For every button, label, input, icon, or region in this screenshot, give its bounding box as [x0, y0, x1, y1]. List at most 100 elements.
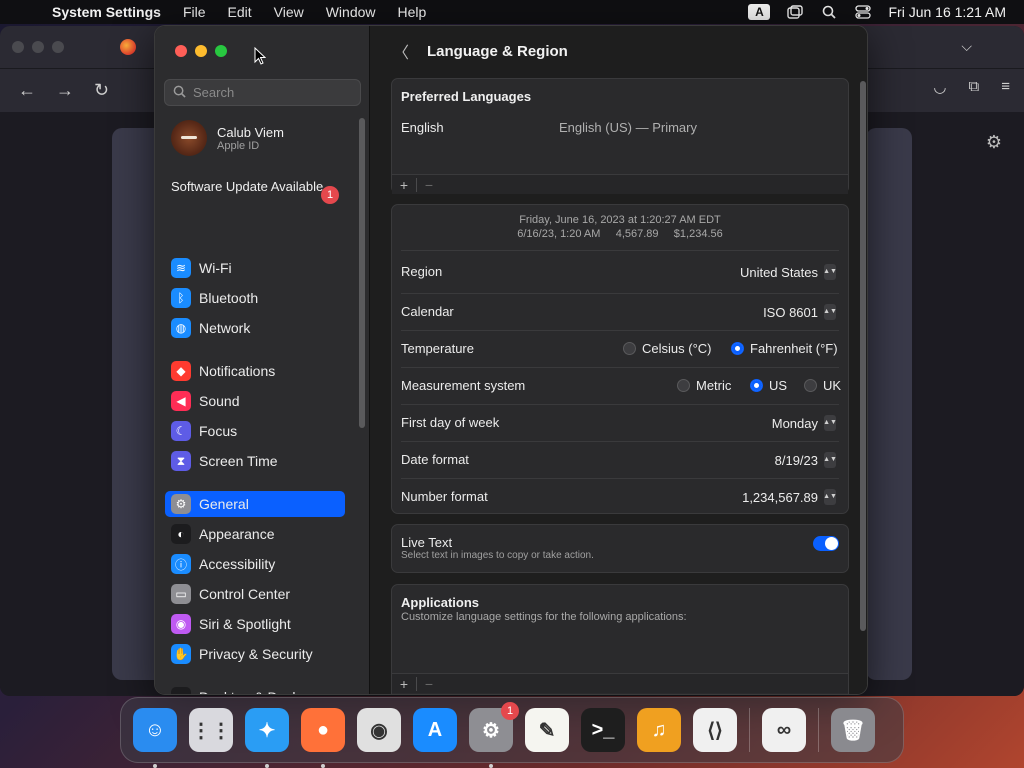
- stepper-icon: ▲▼: [823, 489, 837, 505]
- sidebar-item-label: Network: [199, 320, 251, 336]
- garageband-icon[interactable]: ♫: [637, 708, 681, 752]
- page-title: Language & Region: [427, 42, 568, 60]
- menu-file[interactable]: File: [183, 4, 206, 20]
- minimize-button[interactable]: [195, 45, 207, 57]
- search-icon[interactable]: [820, 4, 838, 20]
- region-select[interactable]: United States ▲▼: [740, 264, 837, 280]
- sidebar-item-network[interactable]: ◍ Network: [165, 315, 345, 341]
- update-badge: 1: [321, 186, 339, 204]
- window-icon[interactable]: [786, 4, 804, 20]
- software-update-item[interactable]: Software Update Available 1: [171, 179, 341, 204]
- back-arrow-icon[interactable]: ←: [18, 80, 38, 101]
- running-indicator: [489, 764, 493, 768]
- textedit-icon[interactable]: ✎: [525, 708, 569, 752]
- menu-edit[interactable]: Edit: [228, 4, 252, 20]
- sidebar-item-siri-spotlight[interactable]: ◉ Siri & Spotlight: [165, 611, 345, 637]
- radio-fahrenheit-button[interactable]: [731, 342, 744, 355]
- trash-icon[interactable]: 🗑: [831, 708, 875, 752]
- sidebar-item-control-center[interactable]: ▭ Control Center: [165, 581, 345, 607]
- add-language-button[interactable]: +: [392, 177, 416, 193]
- chevron-down-icon[interactable]: ⌵: [961, 38, 972, 55]
- sidebar-item-screen-time[interactable]: ⧗ Screen Time: [165, 448, 345, 474]
- search-field[interactable]: [164, 79, 361, 106]
- hamburger-menu-icon[interactable]: ≡: [1001, 78, 1010, 96]
- settings-icon[interactable]: ⚙ 1: [469, 702, 519, 768]
- sidebar-item-label: General: [199, 496, 249, 512]
- profile-sub: Apple ID: [217, 139, 260, 152]
- menu-view[interactable]: View: [274, 4, 304, 20]
- format-preview-line1: Friday, June 16, 2023 at 1:20:27 AM EDT: [519, 214, 721, 226]
- temperature-label: Temperature: [401, 341, 474, 356]
- applications-title: Applications: [401, 595, 480, 610]
- launchpad-icon[interactable]: ⋮⋮: [189, 708, 233, 752]
- moon-icon: ☾: [171, 421, 191, 441]
- sidebar-item-privacy-security[interactable]: ✋ Privacy & Security: [165, 641, 345, 667]
- reload-icon[interactable]: ↻: [94, 80, 114, 101]
- visualstudio-icon[interactable]: ∞: [762, 708, 806, 752]
- control-center-icon[interactable]: [854, 4, 872, 20]
- number-format-select[interactable]: 1,234,567.89 ▲▼: [742, 489, 837, 505]
- extensions-icon[interactable]: ⧉: [969, 78, 980, 96]
- sidebar-item-label: Wi-Fi: [199, 260, 232, 276]
- appstore-icon[interactable]: A: [413, 708, 457, 752]
- close-button[interactable]: [175, 45, 187, 57]
- radio-uk-label: UK: [823, 378, 842, 393]
- radio-us-button[interactable]: [750, 379, 763, 392]
- add-application-button[interactable]: +: [392, 676, 416, 692]
- live-text-toggle[interactable]: [813, 536, 839, 551]
- apple-id-profile[interactable]: Calub Viem Apple ID: [171, 120, 284, 156]
- sidebar-item-sound[interactable]: ◀ Sound: [165, 388, 345, 414]
- menu-window[interactable]: Window: [326, 4, 376, 20]
- sidebar-item-notifications[interactable]: ◆ Notifications: [165, 358, 345, 384]
- firefox-tab-icon[interactable]: [120, 39, 136, 55]
- firefox-icon[interactable]: ●: [301, 708, 345, 768]
- pocket-icon[interactable]: ◡: [933, 78, 946, 96]
- finder-icon[interactable]: ☺: [133, 708, 177, 768]
- language-detail: English (US) — Primary: [559, 120, 697, 135]
- chrome-icon[interactable]: ◉: [357, 708, 401, 752]
- radio-us[interactable]: US: [750, 378, 787, 393]
- sidebar-scrollbar[interactable]: [359, 118, 365, 428]
- radio-uk[interactable]: UK: [804, 378, 841, 393]
- date-format-select[interactable]: 8/19/23 ▲▼: [775, 452, 837, 468]
- speaker-icon: ◀: [171, 391, 191, 411]
- radio-fahrenheit[interactable]: Fahrenheit (°F): [731, 341, 838, 356]
- first-day-select[interactable]: Monday ▲▼: [771, 415, 837, 431]
- radio-metric-button[interactable]: [677, 379, 690, 392]
- calendar-select[interactable]: ISO 8601 ▲▼: [763, 304, 837, 320]
- sidebar-item-label: Siri & Spotlight: [199, 616, 291, 632]
- vscode-icon[interactable]: ⟨⟩: [693, 708, 737, 752]
- dock-separator: [749, 708, 750, 752]
- back-chevron-icon[interactable]: 〈: [393, 39, 409, 63]
- menu-app-name[interactable]: System Settings: [52, 4, 161, 20]
- forward-arrow-icon[interactable]: →: [56, 80, 76, 101]
- radio-uk-button[interactable]: [804, 379, 817, 392]
- remove-language-button[interactable]: −: [417, 177, 441, 193]
- sidebar-item-desktop-dock[interactable]: ▬ Desktop & Dock: [165, 684, 345, 694]
- zoom-button[interactable]: [215, 45, 227, 57]
- sidebar-item-focus[interactable]: ☾ Focus: [165, 418, 345, 444]
- main-scrollbar[interactable]: [860, 81, 866, 631]
- sidebar-item-bluetooth[interactable]: ᛒ Bluetooth: [165, 285, 345, 311]
- system-settings-window: Calub Viem Apple ID Software Update Avai…: [154, 25, 868, 695]
- input-source-icon[interactable]: A: [748, 4, 771, 20]
- hourglass-icon: ⧗: [171, 451, 191, 471]
- language-name[interactable]: English: [401, 120, 444, 135]
- first-day-select-value: Monday: [771, 415, 818, 431]
- menubar-clock[interactable]: Fri Jun 16 1:21 AM: [888, 4, 1006, 20]
- sidebar-item-accessibility[interactable]: ⓘ Accessibility: [165, 551, 345, 577]
- live-text-group: Live Text Select text in images to copy …: [391, 524, 849, 573]
- sidebar-item-general[interactable]: ⚙ General: [165, 491, 345, 517]
- sidebar-item-wi-fi[interactable]: ≋ Wi-Fi: [165, 255, 345, 281]
- radio-metric[interactable]: Metric: [677, 378, 731, 393]
- sidebar-item-appearance[interactable]: ◐ Appearance: [165, 521, 345, 547]
- terminal-icon[interactable]: >_: [581, 708, 625, 752]
- sidebar-item-label: Focus: [199, 423, 238, 439]
- gear-icon[interactable]: ⚙: [986, 132, 1002, 153]
- safari-icon[interactable]: ✦: [245, 708, 289, 768]
- radio-celsius-button[interactable]: [623, 342, 636, 355]
- menu-help[interactable]: Help: [398, 4, 427, 20]
- radio-celsius[interactable]: Celsius (°C): [623, 341, 711, 356]
- remove-application-button[interactable]: −: [417, 676, 441, 692]
- search-input[interactable]: [193, 85, 353, 100]
